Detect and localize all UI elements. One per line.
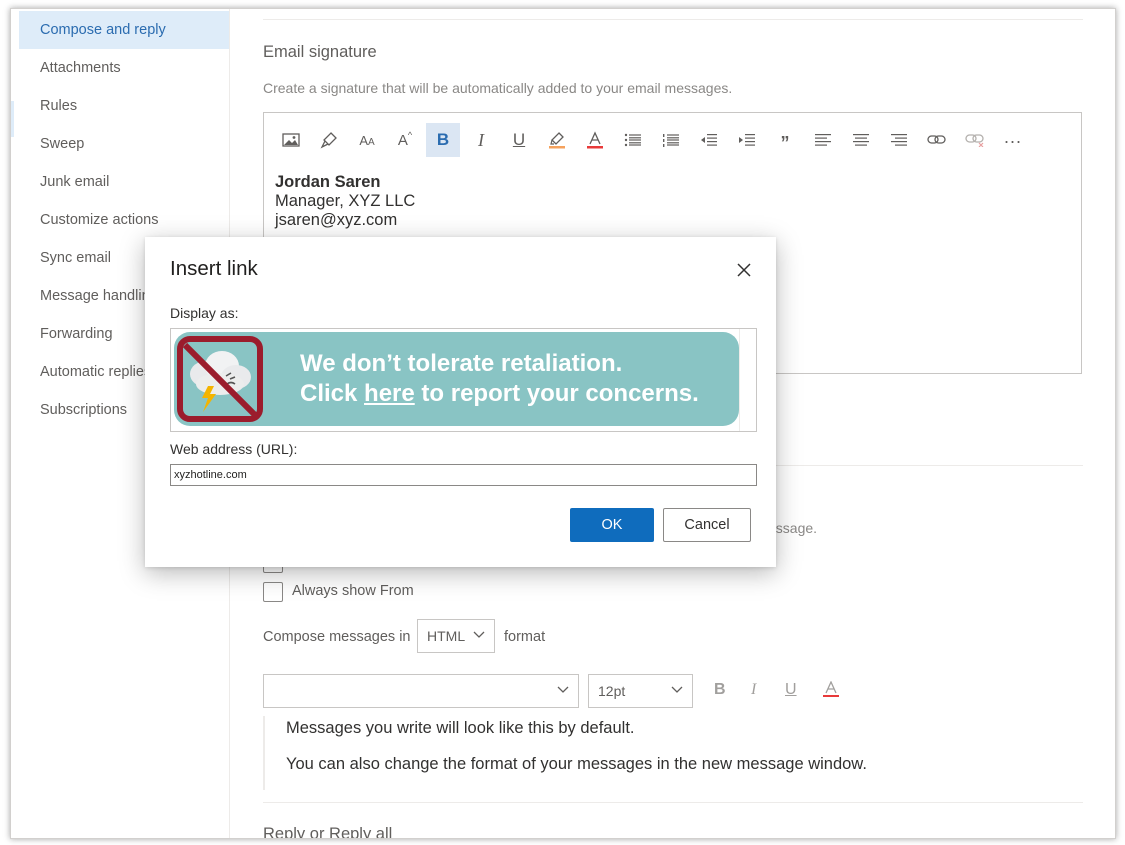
quote-icon[interactable]: ”	[768, 123, 802, 157]
chevron-down-icon	[473, 631, 485, 638]
retaliation-banner-image: We don’t tolerate retaliation. Click her…	[174, 332, 739, 426]
sidebar-item-customize-actions[interactable]: Customize actions	[19, 201, 229, 239]
sidebar-item-sweep[interactable]: Sweep	[19, 125, 229, 163]
font-family-select[interactable]	[263, 674, 579, 708]
signature-email: jsaren@xyz.com	[275, 211, 398, 229]
email-signature-description: Create a signature that will be automati…	[263, 80, 733, 96]
sidebar-item-junk-email[interactable]: Junk email	[19, 163, 229, 201]
default-bold-icon[interactable]: B	[714, 681, 726, 699]
always-show-from-label: Always show From	[292, 583, 414, 599]
close-icon[interactable]	[733, 259, 755, 281]
align-left-icon[interactable]	[806, 123, 840, 157]
compose-format-select[interactable]: HTML	[417, 619, 495, 653]
display-as-label: Display as:	[170, 305, 239, 321]
font-size-icon[interactable]: AA	[350, 123, 384, 157]
remove-link-icon[interactable]	[958, 123, 992, 157]
image-icon[interactable]	[274, 123, 308, 157]
always-show-from-checkbox[interactable]	[263, 582, 283, 602]
format-preview: Messages you write will look like this b…	[263, 716, 1085, 790]
bold-icon[interactable]: B	[426, 123, 460, 157]
bullets-icon[interactable]	[616, 123, 650, 157]
default-underline-icon[interactable]: U	[785, 681, 797, 699]
font-size-select[interactable]: 12pt	[588, 674, 693, 708]
no-storm-cloud-icon	[177, 336, 263, 422]
increase-indent-icon[interactable]	[730, 123, 764, 157]
compose-format-prefix: Compose messages in	[263, 629, 411, 645]
preview-line-1: Messages you write will look like this b…	[286, 719, 635, 737]
banner-line-1: We don’t tolerate retaliation.	[300, 350, 623, 377]
default-font-color-icon[interactable]	[823, 680, 839, 704]
display-as-field[interactable]: We don’t tolerate retaliation. Click her…	[170, 328, 757, 432]
divider	[263, 802, 1083, 803]
sidebar-item-attachments[interactable]: Attachments	[19, 49, 229, 87]
numbering-icon[interactable]	[654, 123, 688, 157]
italic-icon[interactable]: I	[464, 123, 498, 157]
preview-line-2: You can also change the format of your m…	[286, 755, 867, 773]
sidebar-item-rules[interactable]: Rules	[19, 87, 229, 125]
sidebar-item-compose-and-reply[interactable]: Compose and reply	[19, 11, 229, 49]
font-color-icon[interactable]	[578, 123, 612, 157]
url-input[interactable]	[170, 464, 757, 486]
align-center-icon[interactable]	[844, 123, 878, 157]
format-painter-icon[interactable]	[312, 123, 346, 157]
url-label: Web address (URL):	[170, 441, 298, 457]
grow-font-icon[interactable]: A ^	[388, 123, 422, 157]
highlight-icon[interactable]	[540, 123, 574, 157]
insert-link-dialog: Insert link Display as: We don’t tolerat…	[145, 237, 776, 567]
reply-or-reply-all-title: Reply or Reply all	[263, 825, 393, 839]
chevron-down-icon	[557, 686, 569, 693]
banner-line-2-suffix: to report your concerns.	[414, 380, 699, 407]
default-italic-icon[interactable]: I	[751, 681, 756, 699]
display-field-scrollbar[interactable]	[739, 329, 756, 431]
signature-role: Manager, XYZ LLC	[275, 192, 416, 210]
compose-format-suffix: format	[504, 629, 546, 645]
decrease-indent-icon[interactable]	[692, 123, 726, 157]
chevron-down-icon	[671, 686, 683, 693]
signature-name: Jordan Saren	[275, 173, 381, 191]
divider	[263, 19, 1083, 20]
font-size-value: 12pt	[598, 683, 626, 699]
align-right-icon[interactable]	[882, 123, 916, 157]
email-signature-title: Email signature	[263, 43, 377, 61]
underline-icon[interactable]: U	[502, 123, 536, 157]
signature-toolbar: AA A ^ B I U ” ...	[274, 123, 1034, 157]
more-icon[interactable]: ...	[996, 123, 1030, 157]
banner-here-link: here	[364, 380, 415, 407]
banner-line-2-prefix: Click	[300, 380, 365, 407]
signature-content[interactable]: Jordan Saren Manager, XYZ LLC jsaren@xyz…	[275, 173, 415, 230]
compose-format-value: HTML	[427, 628, 466, 644]
dialog-title: Insert link	[170, 257, 258, 280]
sidebar-selection-marker	[11, 101, 14, 137]
banner-line-2: Click here to report your concerns.	[300, 380, 699, 408]
cancel-button[interactable]: Cancel	[663, 508, 751, 542]
ok-button[interactable]: OK	[570, 508, 654, 542]
insert-link-icon[interactable]	[920, 123, 954, 157]
